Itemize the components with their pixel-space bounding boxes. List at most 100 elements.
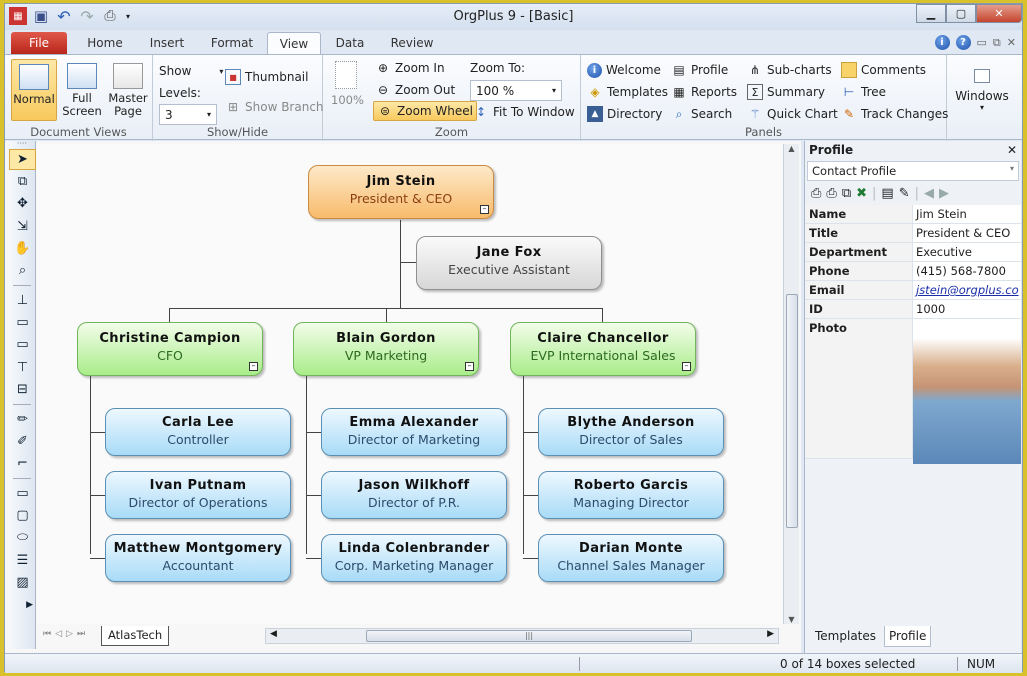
add-coworker-left-icon[interactable]: ▭ (9, 334, 36, 355)
thumbnail-button[interactable]: ■ Thumbnail (225, 67, 308, 87)
field-value[interactable]: jstein@orgplus.co (913, 281, 1021, 299)
org-node-branch[interactable]: Christine Campion CFO – (77, 322, 263, 376)
scroll-down-icon[interactable]: ▼ (784, 615, 799, 624)
reports-button[interactable]: ▦ Reports (671, 82, 737, 102)
tab-review[interactable]: Review (381, 32, 443, 54)
maximize-button[interactable]: ▢ (946, 4, 976, 23)
close-panel-icon[interactable]: ✕ (1007, 143, 1017, 159)
tab-view[interactable]: View (267, 32, 321, 54)
show-branch-button[interactable]: ⊞ Show Branch (225, 97, 324, 117)
doc-minimize-icon[interactable]: ▭ (977, 36, 987, 49)
boxes-tool-icon[interactable]: ⧉ (9, 171, 36, 192)
back-icon[interactable]: ◀ (924, 186, 934, 201)
close-button[interactable]: ✕ (976, 4, 1022, 23)
tab-data[interactable]: Data (327, 32, 373, 54)
connector-icon[interactable]: ⌐ (9, 453, 36, 474)
templates-button[interactable]: ◈ Templates (587, 82, 668, 102)
vertical-scroll-thumb[interactable] (786, 294, 798, 528)
zoom-100-button[interactable]: 100% (331, 61, 364, 107)
add-manager-icon[interactable]: ⊤ (9, 357, 36, 378)
minimize-button[interactable]: ▁ (916, 4, 946, 23)
scroll-up-icon[interactable]: ▲ (784, 144, 799, 153)
summary-button[interactable]: Σ Summary (747, 82, 825, 102)
windows-button[interactable]: Windows ▾ (951, 69, 1013, 112)
add-subordinate-icon[interactable]: ⊥ (9, 290, 36, 311)
org-node-assistant[interactable]: Jane Fox Executive Assistant (416, 236, 602, 290)
comments-button[interactable]: Comments (841, 60, 926, 80)
zoom-out-button[interactable]: ⊖ Zoom Out (375, 80, 455, 100)
move-icon[interactable]: ✥ (9, 193, 36, 214)
add-assistant-icon[interactable]: ⊟ (9, 379, 36, 400)
org-node-report[interactable]: Darian Monte Channel Sales Manager (538, 534, 724, 582)
collapse-icon[interactable]: – (682, 362, 691, 371)
horizontal-scroll-thumb[interactable]: ||| (366, 630, 692, 642)
open-profile-icon[interactable]: ▤ (881, 186, 893, 201)
zoom-in-button[interactable]: ⊕ Zoom In (375, 58, 445, 78)
sub-charts-button[interactable]: ⋔ Sub-charts (747, 60, 832, 80)
track-changes-button[interactable]: ✎ Track Changes (841, 104, 948, 124)
tab-insert[interactable]: Insert (139, 32, 195, 54)
sheet-tab-atlastech[interactable]: AtlasTech (101, 626, 170, 646)
profile-view-select[interactable]: Contact Profile ▾ (807, 161, 1019, 181)
profile-button[interactable]: ▤ Profile (671, 60, 728, 80)
org-node-report[interactable]: Carla Lee Controller (105, 408, 291, 456)
show-dropdown[interactable]: Show ▾ (159, 61, 223, 81)
doc-restore-icon[interactable]: ⧉ (993, 36, 1001, 50)
doc-close-icon[interactable]: ✕ (1007, 36, 1016, 49)
expand-toolbox-icon[interactable]: ▶ (9, 594, 36, 615)
scroll-right-icon[interactable]: ▶ (767, 629, 774, 639)
tree-button[interactable]: ⊢ Tree (841, 82, 886, 102)
tab-file[interactable]: File (11, 32, 67, 54)
help-icon[interactable]: ? (955, 35, 971, 50)
text-box-icon[interactable]: ☰ (9, 550, 36, 571)
info-icon[interactable]: i (934, 35, 950, 50)
tab-format[interactable]: Format (201, 32, 263, 54)
collapse-icon[interactable]: – (480, 205, 489, 214)
rounded-rectangle-icon[interactable]: ▢ (9, 505, 36, 526)
org-node-root[interactable]: Jim Stein President & CEO – (308, 165, 494, 219)
move-select-icon[interactable]: ⇲ (9, 216, 36, 237)
fit-to-window-button[interactable]: ↕ Fit To Window (473, 102, 575, 122)
panel-tab-templates[interactable]: Templates (811, 626, 880, 647)
search-button[interactable]: ⌕ Search (671, 104, 733, 124)
excel-icon[interactable]: ✖ (856, 186, 867, 201)
tab-home[interactable]: Home (75, 32, 135, 54)
zoom-wheel-button[interactable]: ⊜ Zoom Wheel (373, 101, 477, 121)
collapse-icon[interactable]: – (465, 362, 474, 371)
normal-view-button[interactable]: Normal (11, 59, 57, 121)
copy-icon[interactable]: ⧉ (842, 186, 851, 201)
collapse-icon[interactable]: – (249, 362, 258, 371)
master-page-button[interactable]: Master Page (105, 59, 151, 121)
picture-icon[interactable]: ▨ (9, 572, 36, 593)
org-node-report[interactable]: Roberto Garcis Managing Director (538, 471, 724, 519)
org-node-report[interactable]: Blythe Anderson Director of Sales (538, 408, 724, 456)
pencil-corner-icon[interactable]: ✐ (9, 431, 36, 452)
zoom-to-select[interactable]: 100 % ▾ (470, 80, 562, 101)
edit-profile-icon[interactable]: ✎ (899, 186, 910, 201)
org-node-report[interactable]: Jason Wilkhoff Director of P.R. (321, 471, 507, 519)
zoom-select-icon[interactable]: ⌕ (9, 260, 36, 281)
org-node-report[interactable]: Emma Alexander Director of Marketing (321, 408, 507, 456)
org-chart-canvas[interactable]: Jim Stein President & CEO – Jane Fox Executi… (37, 144, 782, 624)
forward-icon[interactable]: ▶ (939, 186, 949, 201)
org-node-report[interactable]: Linda Colenbrander Corp. Marketing Manage… (321, 534, 507, 582)
print-preview-icon[interactable]: ⎙ (826, 186, 836, 201)
sheet-nav-icons[interactable]: ⏮◁▷⏭ (43, 629, 89, 639)
pencil-line-icon[interactable]: ✏ (9, 409, 36, 430)
quick-chart-button[interactable]: ⚚ Quick Chart (747, 104, 838, 124)
print-icon[interactable]: ⎙ (811, 186, 821, 201)
ellipse-icon[interactable]: ⬭ (9, 527, 36, 548)
rectangle-icon[interactable]: ▭ (9, 483, 36, 504)
scroll-left-icon[interactable]: ◀ (270, 629, 277, 639)
levels-select[interactable]: 3 ▾ (159, 104, 217, 125)
horizontal-scrollbar[interactable]: ◀ ||| ▶ (265, 628, 779, 644)
select-arrow-icon[interactable]: ➤ (9, 149, 36, 170)
panel-tab-profile[interactable]: Profile (884, 626, 932, 647)
hand-icon[interactable]: ✋ (9, 238, 36, 259)
org-node-report[interactable]: Matthew Montgomery Accountant (105, 534, 291, 582)
welcome-button[interactable]: i Welcome (587, 60, 661, 80)
full-screen-button[interactable]: Full Screen (59, 59, 105, 121)
toolbox-grip[interactable]: ···· (9, 140, 35, 149)
org-node-report[interactable]: Ivan Putnam Director of Operations (105, 471, 291, 519)
add-coworker-right-icon[interactable]: ▭ (9, 312, 36, 333)
